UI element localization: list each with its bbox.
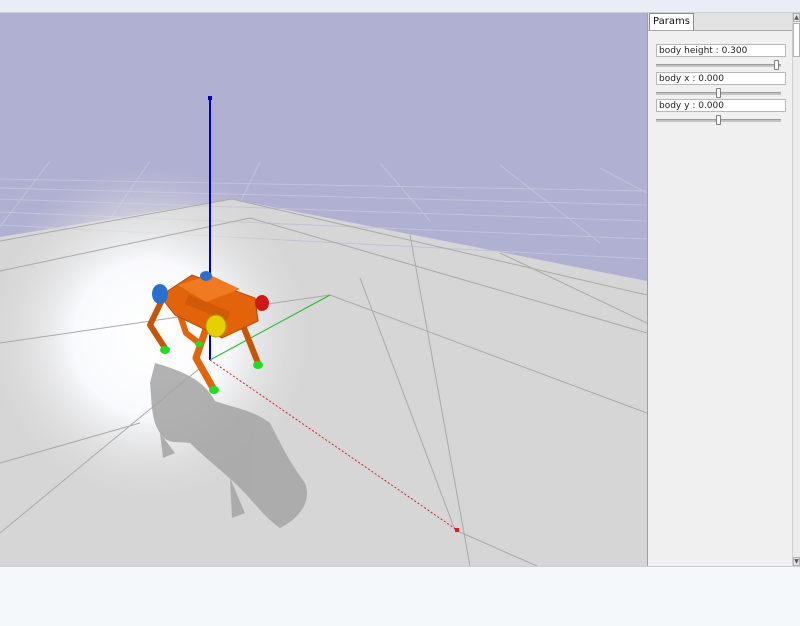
3d-viewport[interactable] xyxy=(0,13,647,566)
param-body-x: body x : 0.000 xyxy=(656,72,787,98)
param-label: body y xyxy=(659,101,690,111)
params-panel: Params body height : 0.300 body x : 0.00… xyxy=(647,13,800,566)
z-axis-tip xyxy=(208,96,212,100)
scroll-down-icon[interactable]: ▼ xyxy=(793,557,800,566)
param-value: 0.000 xyxy=(698,74,724,84)
slider-body-y[interactable] xyxy=(656,115,781,125)
scrollbar-thumb[interactable] xyxy=(793,23,800,57)
slider-body-x[interactable] xyxy=(656,88,781,98)
bottom-status-area xyxy=(0,566,800,626)
panel-tab-bar: Params xyxy=(648,13,792,31)
slider-thumb[interactable] xyxy=(715,88,721,98)
param-label: body x xyxy=(659,74,690,84)
slider-track xyxy=(656,64,781,67)
app-window: Params body height : 0.300 body x : 0.00… xyxy=(0,0,800,626)
title-strip xyxy=(0,0,800,13)
param-label: body height xyxy=(659,46,713,56)
params-list: body height : 0.300 body x : 0.000 body … xyxy=(648,31,792,566)
panel-scrollbar[interactable]: ▲ ▼ xyxy=(792,13,800,566)
slider-thumb[interactable] xyxy=(715,115,721,125)
param-field-body-y[interactable]: body y : 0.000 xyxy=(656,99,786,112)
slider-thumb[interactable] xyxy=(774,60,780,70)
param-field-body-x[interactable]: body x : 0.000 xyxy=(656,72,786,85)
param-body-y: body y : 0.000 xyxy=(656,99,787,125)
scroll-up-icon[interactable]: ▲ xyxy=(793,13,800,22)
tab-params[interactable]: Params xyxy=(649,13,694,30)
slider-body-height[interactable] xyxy=(656,60,781,70)
param-value: 0.000 xyxy=(698,101,724,111)
param-body-height: body height : 0.300 xyxy=(656,44,787,70)
param-field-body-height[interactable]: body height : 0.300 xyxy=(656,44,786,57)
param-value: 0.300 xyxy=(721,46,748,56)
x-axis-tip xyxy=(455,528,459,532)
